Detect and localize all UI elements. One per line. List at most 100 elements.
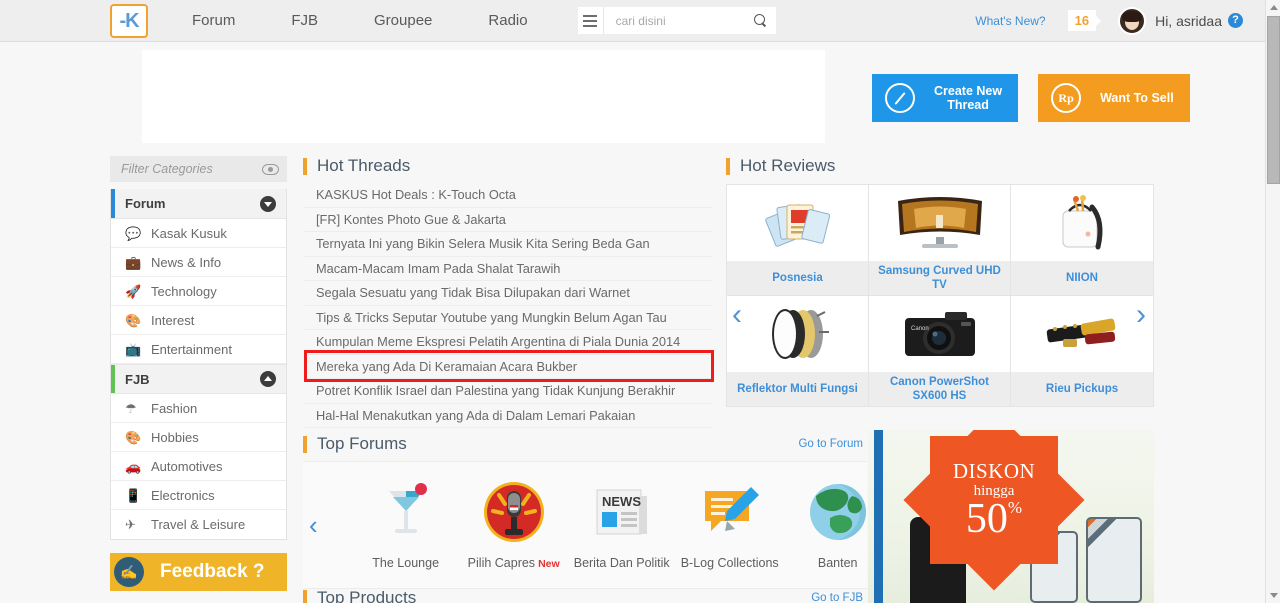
hot-reviews-grid: Posnesia Samsung Curved UHD TV NIION Ref… [726, 184, 1154, 407]
hot-thread-item[interactable]: Tips & Tricks Seputar Youtube yang Mungk… [303, 306, 713, 330]
top-products-panel: Top Products Go to FJB [303, 584, 867, 603]
hot-reviews-title: Hot Reviews [740, 156, 836, 175]
kaskus-logo[interactable]: -K [110, 3, 148, 38]
search-input[interactable]: cari disini [603, 7, 776, 34]
chevron-glyph [264, 375, 272, 381]
feedback-button[interactable]: ✍ Feedback ? [110, 553, 287, 591]
nav-link-forum[interactable]: Forum [174, 12, 263, 29]
hot-thread-item[interactable]: [FR] Kontes Photo Gue & Jakarta [303, 208, 713, 232]
top-forum-b-log-collections[interactable]: B-Log Collections [676, 480, 784, 570]
hot-threads-list: KASKUS Hot Deals : K-Touch Octa [FR] Kon… [303, 183, 713, 428]
go-to-fjb-link[interactable]: Go to FJB [811, 592, 867, 603]
sidebar-item-label: Automotives [151, 458, 223, 474]
scrollbar-down-arrow[interactable] [1266, 588, 1280, 603]
hot-thread-item[interactable]: Macam-Macam Imam Pada Shalat Tarawih [303, 257, 713, 281]
sidebar-item-news-info[interactable]: 💼 News & Info [111, 248, 286, 277]
hot-threads-title: Hot Threads [317, 156, 411, 175]
create-thread-line1: Create New [934, 84, 1003, 98]
reflector-svg [771, 309, 829, 359]
hot-thread-item[interactable]: Kumpulan Meme Ekspresi Pelatih Argentina… [303, 330, 713, 355]
nav-link-radio[interactable]: Radio [460, 12, 555, 29]
sidebar-item-entertainment[interactable]: 📺 Entertainment [111, 335, 286, 364]
hanger-icon: ☂ [125, 400, 137, 416]
page-scrollbar[interactable] [1265, 0, 1280, 603]
review-name[interactable]: Canon PowerShot SX600 HS [869, 372, 1010, 406]
chevron-down-icon[interactable] [260, 195, 276, 212]
sidebar-item-hobbies[interactable]: 🎨 Hobbies [111, 423, 286, 452]
pencil-stroke [894, 91, 906, 105]
notification-count-badge[interactable]: 16 [1067, 10, 1097, 31]
top-forum-label: B-Log Collections [680, 556, 779, 570]
top-forums-items: The Lounge Pilih Capres New NEWS Berita … [324, 480, 920, 570]
ad-suitcase-large [1086, 517, 1142, 603]
sidebar-item-technology[interactable]: 🚀 Technology [111, 277, 286, 306]
hot-thread-item[interactable]: Potret Konflik Israel dan Palestina yang… [303, 379, 713, 404]
top-forums-prev-arrow[interactable]: ‹ [303, 512, 324, 538]
category-title-forum: Forum [125, 196, 166, 211]
review-card-reflektor[interactable]: Reflektor Multi Fungsi [727, 296, 869, 406]
scrollbar-thumb[interactable] [1267, 16, 1280, 184]
search-icon[interactable] [753, 14, 767, 27]
postcards-svg [764, 204, 830, 247]
chevron-up-icon[interactable] [260, 371, 276, 387]
hot-thread-item-highlighted[interactable]: Mereka yang Ada Di Keramaian Acara Bukbe… [303, 355, 713, 379]
sidebar-item-fashion[interactable]: ☂ Fashion [111, 394, 286, 423]
category-header-forum[interactable]: Forum [111, 189, 286, 219]
sidebar-item-automotives[interactable]: 🚗 Automotives [111, 452, 286, 481]
top-forum-the-lounge[interactable]: The Lounge [352, 480, 460, 570]
tv-icon [869, 185, 1010, 261]
hot-thread-item[interactable]: Ternyata Ini yang Bikin Selera Musik Kit… [303, 232, 713, 257]
review-card-canon[interactable]: Canon Canon PowerShot SX600 HS [869, 296, 1011, 406]
scrollbar-up-arrow[interactable] [1266, 0, 1280, 15]
avatar[interactable] [1118, 6, 1147, 35]
review-card-samsung-tv[interactable]: Samsung Curved UHD TV [869, 185, 1011, 296]
want-to-sell-button[interactable]: Rp Want To Sell [1038, 74, 1190, 122]
eye-icon[interactable] [262, 163, 279, 175]
hot-thread-item[interactable]: Hal-Hal Menakutkan yang Ada di Dalam Lem… [303, 404, 713, 428]
hot-thread-item[interactable]: KASKUS Hot Deals : K-Touch Octa [303, 183, 713, 208]
hamburger-menu-icon[interactable] [577, 7, 604, 34]
sidebar-item-label: Electronics [151, 487, 215, 503]
sidebar-item-travel-leisure[interactable]: ✈ Travel & Leisure [111, 510, 286, 539]
car-icon: 🚗 [125, 458, 142, 474]
filter-categories-input[interactable]: Filter Categories [110, 156, 287, 182]
review-name[interactable]: Reflektor Multi Fungsi [727, 372, 868, 406]
sidebar-item-label: Travel & Leisure [151, 517, 246, 532]
sidebar-item-kasak-kusuk[interactable]: 💬 Kasak Kusuk [111, 219, 286, 248]
nav-link-groupee[interactable]: Groupee [346, 12, 460, 29]
hot-reviews-prev-arrow[interactable]: ‹ [732, 300, 742, 330]
cocktail-svg [388, 483, 427, 533]
review-card-rieu-pickups[interactable]: Rieu Pickups [1011, 296, 1153, 406]
review-card-posnesia[interactable]: Posnesia [727, 185, 869, 296]
review-card-niion[interactable]: NIION [1011, 185, 1153, 296]
hot-thread-item[interactable]: Segala Sesuatu yang Tidak Bisa Dilupakan… [303, 281, 713, 306]
review-name[interactable]: NIION [1011, 261, 1153, 295]
sidebar-item-label: Fashion [151, 400, 198, 416]
promo-advertisement[interactable]: DISKON hingga 50% [868, 430, 1154, 603]
want-to-sell-label: Want To Sell [1100, 91, 1174, 105]
review-name[interactable]: Rieu Pickups [1011, 372, 1153, 406]
sidebar-item-electronics[interactable]: 📱 Electronics [111, 481, 286, 510]
ad-discount-badge: DISKON hingga 50% [903, 430, 1085, 591]
top-forum-berita-dan-politik[interactable]: NEWS Berita Dan Politik [568, 480, 676, 570]
review-name[interactable]: Posnesia [727, 261, 868, 295]
palette-icon: 🎨 [125, 312, 142, 328]
go-to-forum-link[interactable]: Go to Forum [798, 438, 867, 450]
backpack-svg [1062, 195, 1103, 250]
user-greeting[interactable]: Hi, asridaa [1155, 13, 1222, 29]
top-products-header: Top Products Go to FJB [303, 584, 867, 603]
section-accent-tick [303, 589, 307, 603]
top-forum-pilih-capres[interactable]: Pilih Capres New [460, 480, 568, 570]
sidebar-item-interest[interactable]: 🎨 Interest [111, 306, 286, 335]
hot-reviews-next-arrow[interactable]: › [1136, 300, 1146, 330]
create-new-thread-button[interactable]: Create New Thread [872, 74, 1019, 122]
help-icon[interactable]: ? [1228, 13, 1243, 28]
curved-tv-svg [897, 197, 982, 248]
whats-new-link[interactable]: What's New? [975, 14, 1045, 28]
nav-link-fjb[interactable]: FJB [263, 12, 346, 29]
main-nav-links: Forum FJB Groupee Radio [174, 12, 556, 29]
chevron-glyph [264, 202, 272, 207]
review-name[interactable]: Samsung Curved UHD TV [869, 261, 1010, 295]
blog-pencil-icon [698, 480, 762, 544]
category-header-fjb[interactable]: FJB [111, 364, 286, 394]
